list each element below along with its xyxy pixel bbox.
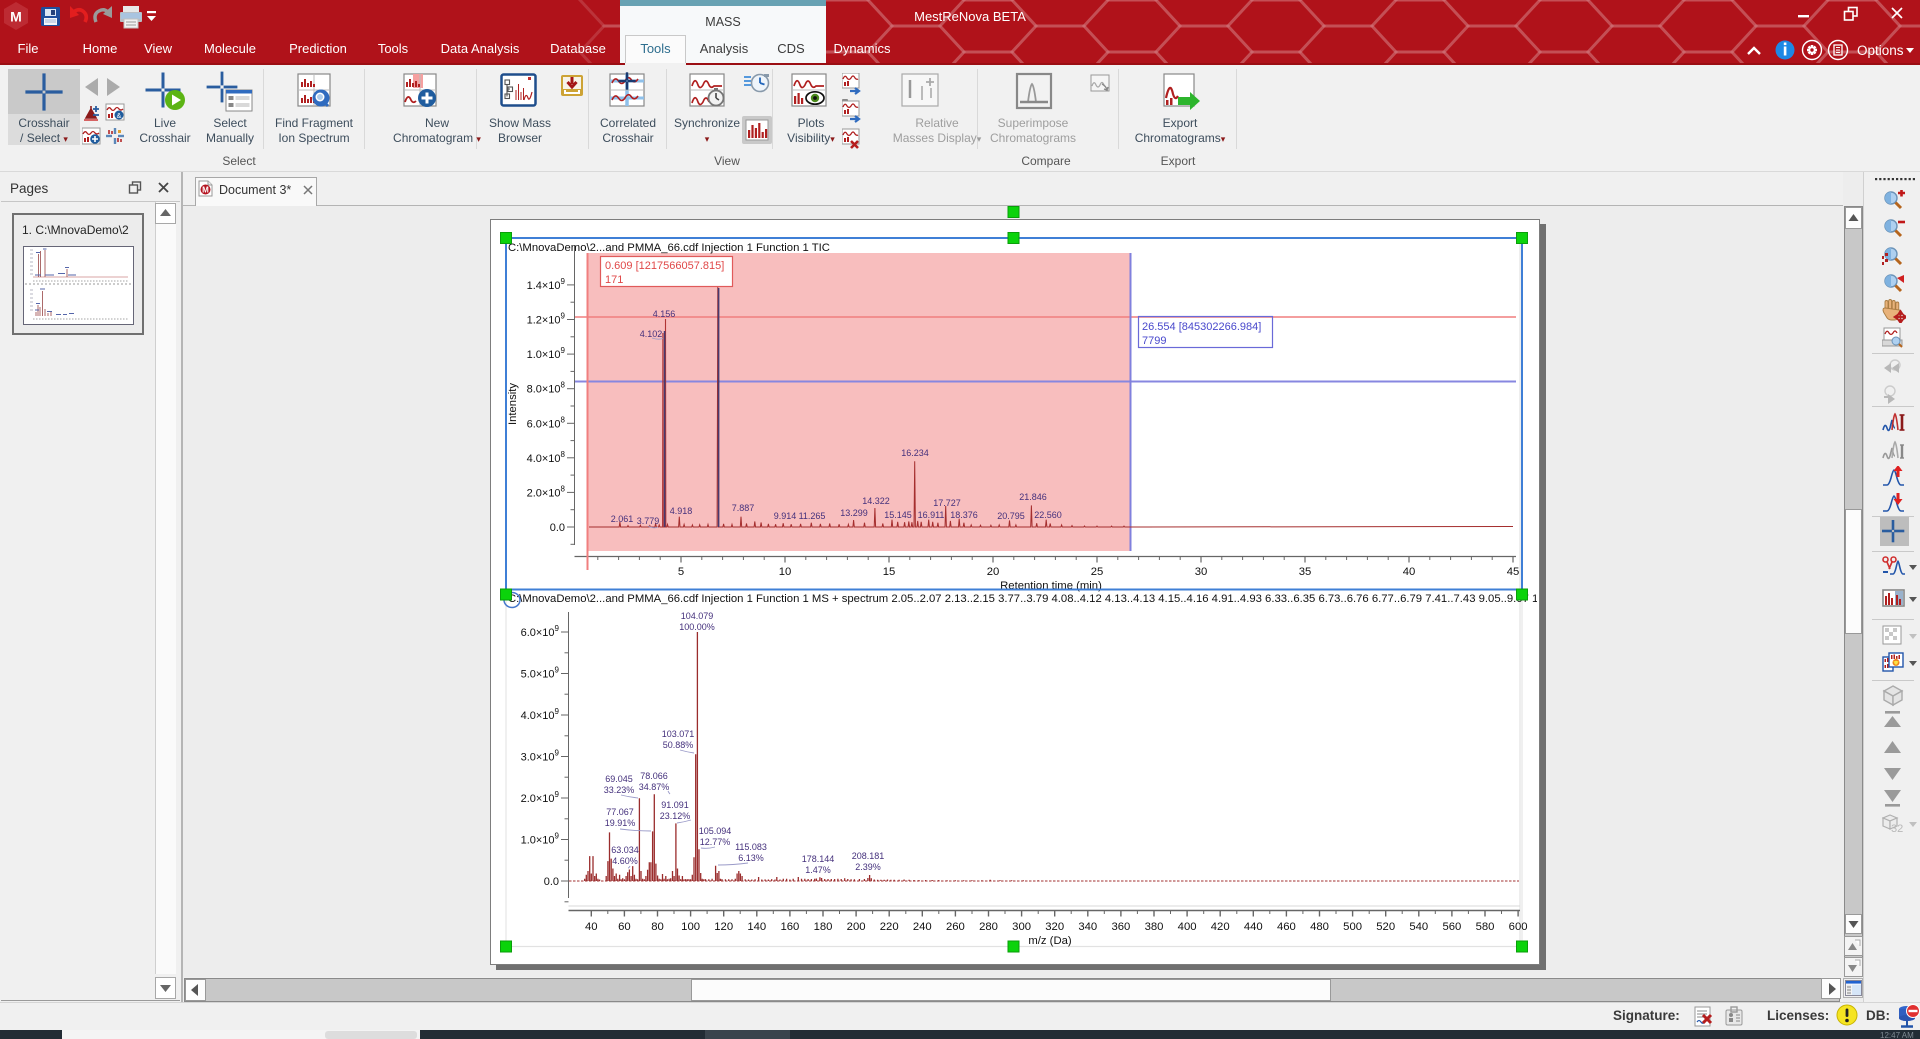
svg-text:M: M bbox=[10, 9, 22, 25]
svg-text:&: & bbox=[117, 113, 122, 120]
svg-text:32: 32 bbox=[1891, 823, 1903, 835]
svg-text:M: M bbox=[202, 186, 209, 195]
svg-text:Options: Options bbox=[1857, 43, 1904, 58]
